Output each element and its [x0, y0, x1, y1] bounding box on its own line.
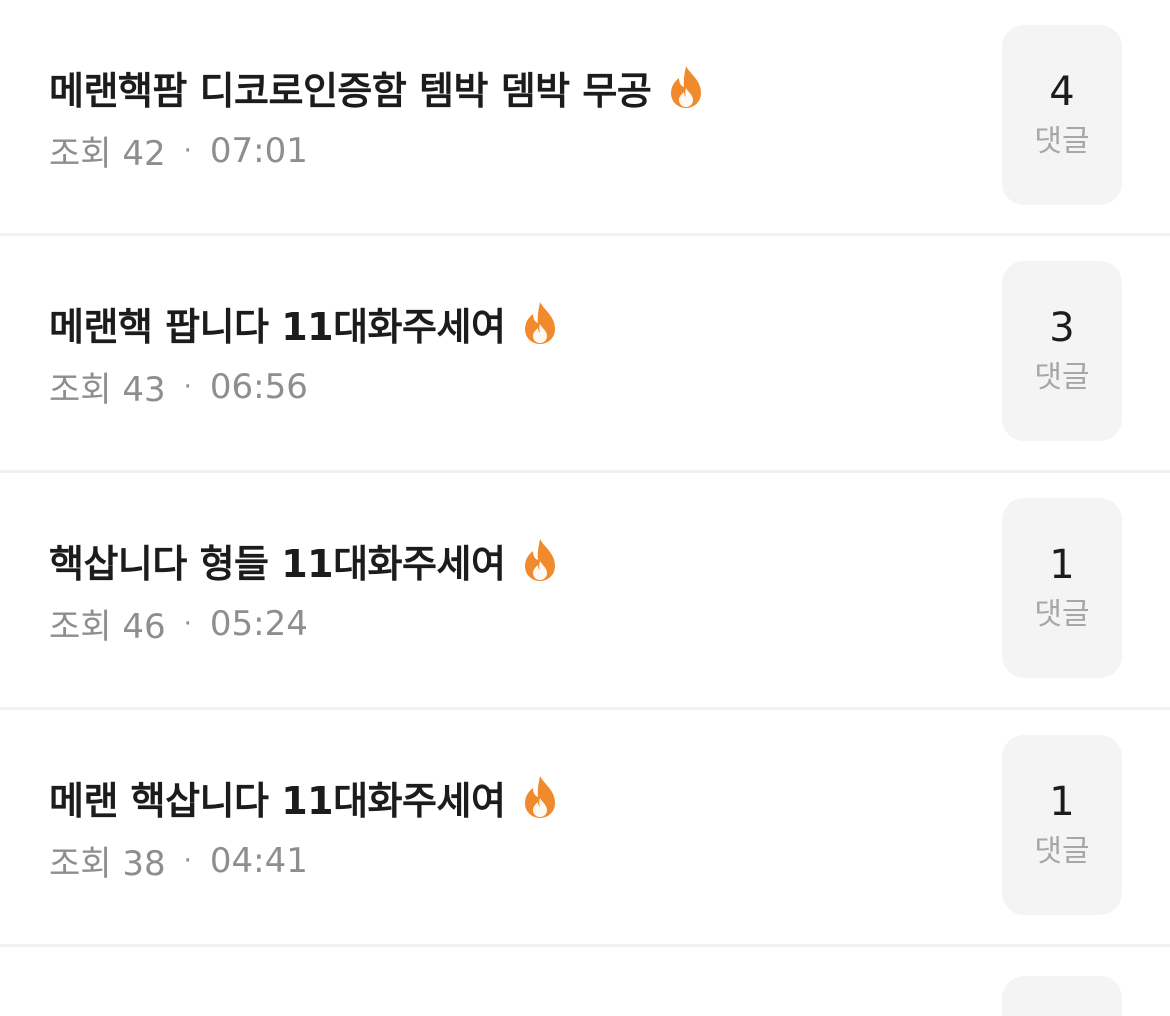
post-title[interactable]: 메랜핵 팝니다 11대화주세여	[49, 296, 506, 351]
post-list: 메랜핵팜 디코로인증함 템박 뎀박 무공 조회 42 · 07:01 4 댓글 …	[0, 0, 1170, 947]
comment-count: 1	[1049, 779, 1075, 825]
meta-separator: ·	[183, 845, 192, 876]
comment-label: 댓글	[1034, 124, 1090, 159]
fire-icon	[525, 776, 556, 818]
next-post-peek	[0, 948, 1170, 1016]
comment-count-box[interactable]: 3 댓글	[1002, 261, 1122, 441]
fire-icon	[525, 539, 556, 581]
post-meta: 조회 43 · 06:56	[49, 362, 308, 411]
comment-label: 댓글	[1034, 597, 1090, 632]
view-count: 조회 42	[49, 134, 166, 174]
comment-count: 1	[1049, 542, 1075, 588]
meta-separator: ·	[183, 371, 192, 402]
comment-label: 댓글	[1034, 834, 1090, 869]
post-title[interactable]: 핵삽니다 형들 11대화주세여	[49, 533, 506, 588]
post-item[interactable]: 메랜 핵삽니다 11대화주세여 조회 38 · 04:41 1 댓글	[0, 710, 1170, 947]
post-item[interactable]: 핵삽니다 형들 11대화주세여 조회 46 · 05:24 1 댓글	[0, 473, 1170, 710]
comment-count: 4	[1049, 69, 1075, 115]
meta-separator: ·	[183, 135, 192, 166]
view-count: 조회 46	[49, 607, 166, 647]
post-time: 05:24	[209, 603, 308, 644]
post-time: 07:01	[209, 130, 308, 171]
meta-separator: ·	[183, 608, 192, 639]
post-time: 06:56	[209, 366, 308, 407]
post-meta: 조회 46 · 05:24	[49, 599, 308, 648]
view-count: 조회 38	[49, 844, 166, 884]
post-title-row: 메랜 핵삽니다 11대화주세여	[49, 770, 563, 825]
comment-count-box[interactable]: 1 댓글	[1002, 735, 1122, 915]
post-title-row: 핵삽니다 형들 11대화주세여	[49, 533, 563, 588]
fire-icon	[671, 66, 702, 108]
post-title-row: 메랜핵 팝니다 11대화주세여	[49, 296, 563, 351]
comment-label: 댓글	[1034, 360, 1090, 395]
post-title[interactable]: 메랜핵팜 디코로인증함 템박 뎀박 무공	[49, 60, 652, 115]
comment-count: 3	[1049, 305, 1075, 351]
comment-count-box	[1002, 976, 1122, 1016]
post-meta: 조회 42 · 07:01	[49, 126, 308, 175]
post-title-row: 메랜핵팜 디코로인증함 템박 뎀박 무공	[49, 60, 709, 115]
post-time: 04:41	[209, 840, 308, 881]
post-meta: 조회 38 · 04:41	[49, 836, 308, 885]
comment-count-box[interactable]: 1 댓글	[1002, 498, 1122, 678]
post-item[interactable]: 메랜핵팜 디코로인증함 템박 뎀박 무공 조회 42 · 07:01 4 댓글	[0, 0, 1170, 236]
fire-icon	[525, 302, 556, 344]
post-title[interactable]: 메랜 핵삽니다 11대화주세여	[49, 770, 506, 825]
view-count: 조회 43	[49, 370, 166, 410]
comment-count-box[interactable]: 4 댓글	[1002, 25, 1122, 205]
post-item[interactable]: 메랜핵 팝니다 11대화주세여 조회 43 · 06:56 3 댓글	[0, 236, 1170, 473]
